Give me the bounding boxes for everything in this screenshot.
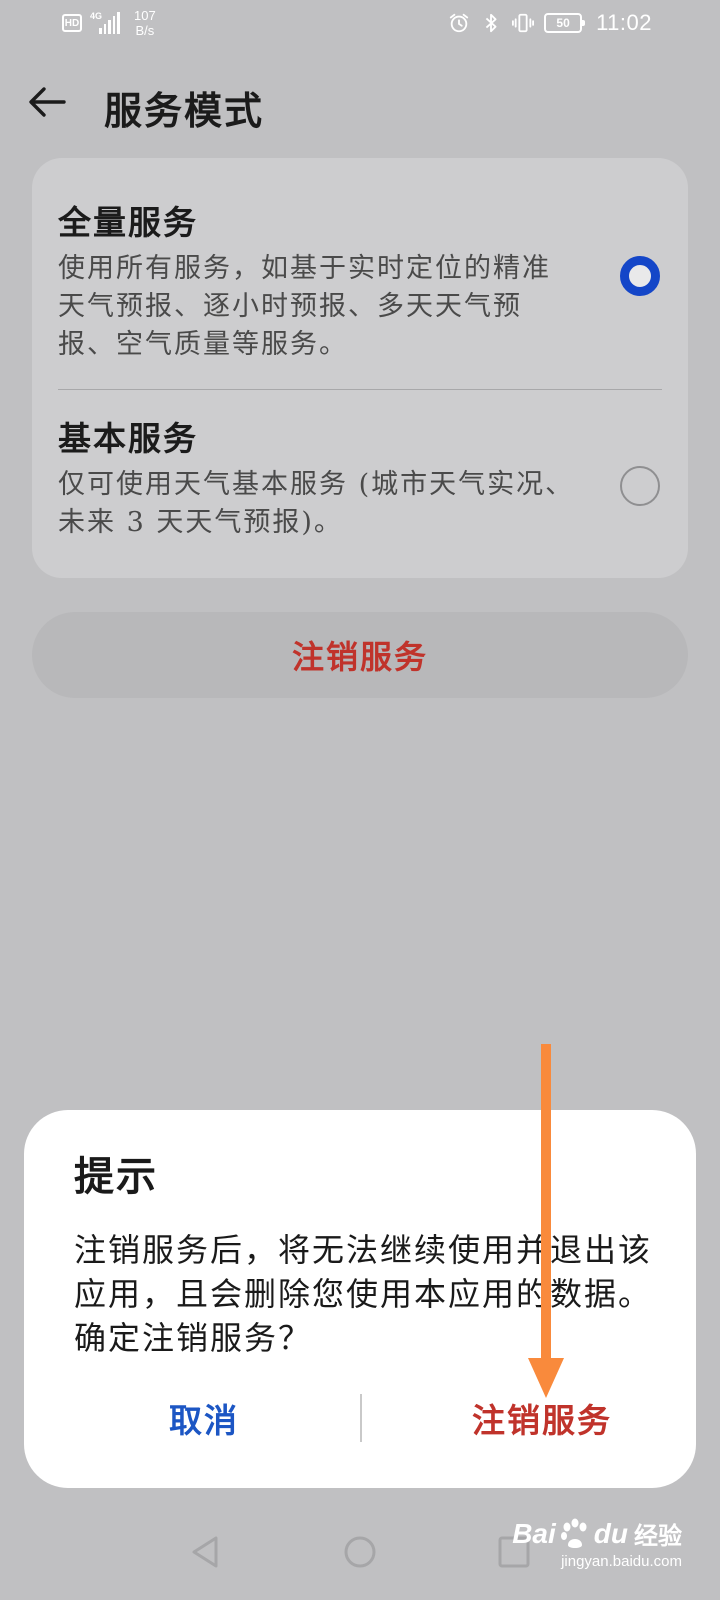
radio-unchecked-icon[interactable] xyxy=(620,466,660,506)
confirm-dialog: 提示 注销服务后，将无法继续使用并退出该应用，且会删除您使用本应用的数据。确定注… xyxy=(24,1110,696,1488)
status-right-group: 50 11:02 xyxy=(448,10,652,36)
page-title: 服务模式 xyxy=(104,88,265,133)
nav-back-icon[interactable] xyxy=(184,1530,228,1574)
dialog-button-row: 取消 注销服务 xyxy=(24,1388,696,1448)
network-type-label: 4G xyxy=(90,11,103,21)
dialog-button-divider xyxy=(360,1394,362,1442)
network-speed: 107 B/s xyxy=(134,8,156,38)
status-left-group: HD 4G 107 B/s xyxy=(62,8,156,38)
signal-bar xyxy=(103,24,107,34)
signal-bar xyxy=(108,20,111,34)
option-title: 全量服务 xyxy=(58,203,198,242)
deregister-service-button[interactable]: 注销服务 xyxy=(32,612,688,698)
signal-strength-icon: 4G xyxy=(90,12,120,34)
bluetooth-icon xyxy=(485,13,497,33)
nav-home-icon[interactable] xyxy=(338,1530,382,1574)
signal-bar xyxy=(112,16,116,34)
watermark-url: jingyan.baidu.com xyxy=(561,1553,682,1570)
battery-level: 50 xyxy=(556,16,570,30)
option-description: 仅可使用天气基本服务 (城市天气实况、未来 3 天天气预报)。 xyxy=(58,469,575,538)
arrow-left-icon[interactable] xyxy=(26,80,70,124)
vibrate-icon xyxy=(512,13,535,33)
alarm-icon xyxy=(449,13,469,33)
cancel-button[interactable]: 取消 xyxy=(54,1388,354,1448)
baidu-logo: Bai du 经验 xyxy=(512,1516,682,1551)
brand-suffix: 经验 xyxy=(634,1523,682,1550)
clock: 11:02 xyxy=(596,10,652,35)
battery-icon: 50 xyxy=(544,13,586,33)
service-mode-options: 全量服务 使用所有服务，如基于实时定位的精准天气预报、逐小时预报、多天天气预报、… xyxy=(32,158,688,578)
app-bar: 服务模式 xyxy=(0,60,720,146)
network-speed-unit: B/s xyxy=(135,23,155,38)
dialog-title: 提示 xyxy=(74,1153,158,1200)
status-bar: HD 4G 107 B/s 50 11:02 xyxy=(0,0,720,50)
signal-bar xyxy=(117,12,120,34)
brand-right: du xyxy=(593,1517,628,1549)
baidu-watermark: Bai du 经验 jingyan.baidu.com xyxy=(512,1516,682,1571)
paw-icon xyxy=(560,1518,587,1548)
option-basic-service[interactable]: 基本服务 仅可使用天气基本服务 (城市天气实况、未来 3 天天气预报)。 xyxy=(32,390,688,578)
option-full-service[interactable]: 全量服务 使用所有服务，如基于实时定位的精准天气预报、逐小时预报、多天天气预报、… xyxy=(32,158,688,390)
brand-left: Bai xyxy=(512,1517,556,1549)
confirm-deregister-button[interactable]: 注销服务 xyxy=(392,1388,692,1448)
network-speed-value: 107 xyxy=(134,8,156,23)
radio-checked-icon[interactable] xyxy=(620,256,660,296)
dialog-message: 注销服务后，将无法继续使用并退出该应用，且会删除您使用本应用的数据。确定注销服务… xyxy=(74,1231,653,1357)
hd-badge: HD xyxy=(62,14,82,32)
signal-bar xyxy=(99,28,102,34)
option-description: 使用所有服务，如基于实时定位的精准天气预报、逐小时预报、多天天气预报、空气质量等… xyxy=(58,253,551,360)
option-title: 基本服务 xyxy=(58,419,198,458)
